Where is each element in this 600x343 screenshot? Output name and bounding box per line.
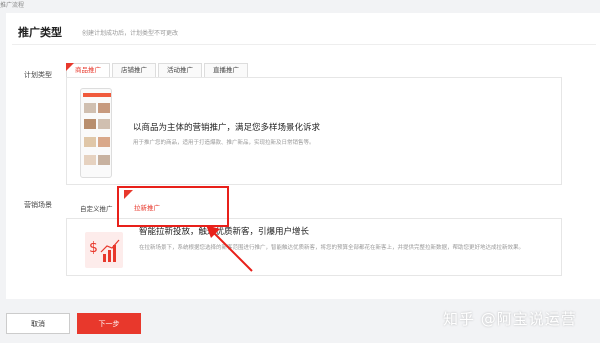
cancel-button[interactable]: 取消 <box>6 313 70 334</box>
annotation-arrow-icon <box>206 225 253 272</box>
next-step-button[interactable]: 下一步 <box>77 313 141 334</box>
watermark: 知乎 @阿宝说运营 <box>443 310 577 328</box>
